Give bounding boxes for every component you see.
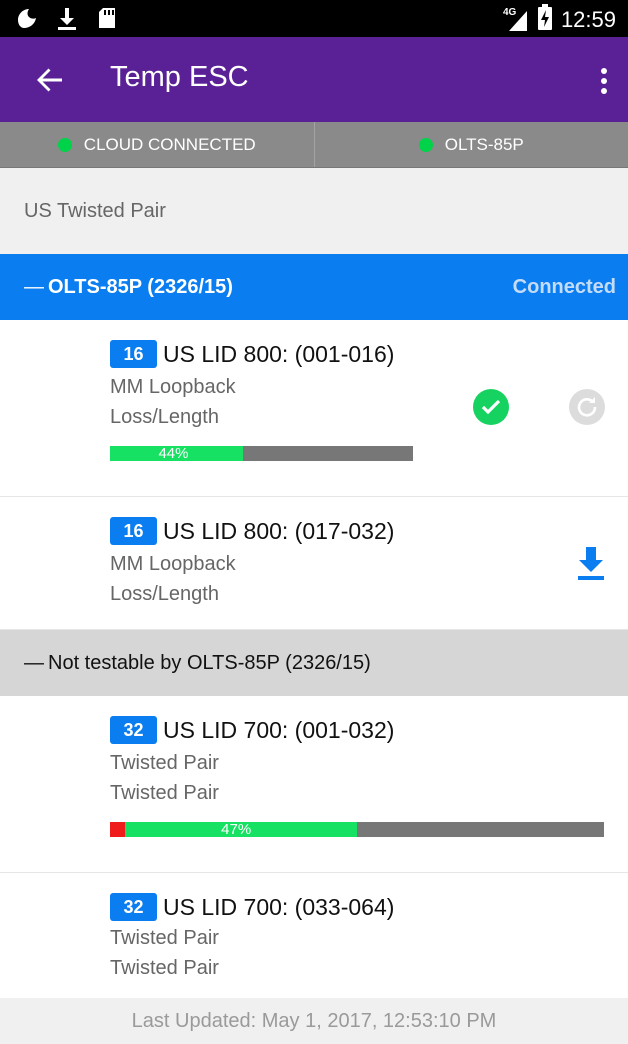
back-arrow-icon bbox=[37, 68, 62, 92]
device-status[interactable]: OLTS-85P bbox=[313, 122, 628, 167]
progress-error-fill bbox=[110, 822, 125, 837]
progress-label: 44% bbox=[158, 446, 189, 461]
group-name: OLTS-85P (2326/15) bbox=[48, 275, 233, 298]
count-badge: 16 bbox=[110, 517, 157, 545]
refresh-icon[interactable] bbox=[569, 389, 605, 425]
list-item[interactable]: 32 US LID 700: (001-032) Twisted Pair Tw… bbox=[0, 696, 628, 873]
untestable-group-header[interactable]: — Not testable by OLTS-85P (2326/15) bbox=[0, 630, 628, 696]
app-bar: Temp ESC bbox=[0, 37, 628, 122]
progress-bar: 47% bbox=[110, 822, 604, 837]
download-icon bbox=[54, 5, 80, 31]
download-icon[interactable] bbox=[574, 543, 608, 583]
sd-card-icon bbox=[94, 5, 120, 31]
device-status-label: OLTS-85P bbox=[444, 134, 524, 154]
cloud-status-label: CLOUD CONNECTED bbox=[83, 134, 256, 154]
signal-icon: 4G bbox=[503, 7, 529, 33]
progress-label: 47% bbox=[221, 822, 252, 837]
count-badge: 16 bbox=[110, 340, 157, 368]
item-detail: Loss/Length bbox=[110, 406, 219, 428]
collapse-icon: — bbox=[24, 275, 44, 298]
progress-bar: 44% bbox=[110, 446, 413, 461]
status-dot-icon bbox=[418, 137, 433, 152]
section-title: US Twisted Pair bbox=[0, 168, 628, 254]
item-subtitle: Twisted Pair bbox=[110, 927, 219, 949]
status-bar: 4G 12:59 bbox=[0, 0, 628, 37]
item-detail: Loss/Length bbox=[110, 583, 219, 605]
list-item[interactable]: 16 US LID 800: (017-032) MM Loopback Los… bbox=[0, 497, 628, 630]
more-vert-icon bbox=[601, 68, 607, 74]
overflow-menu-button[interactable] bbox=[592, 61, 616, 101]
collapse-icon: — bbox=[24, 651, 44, 674]
item-subtitle: MM Loopback bbox=[110, 553, 236, 575]
list-item[interactable]: 16 US LID 800: (001-016) MM Loopback Los… bbox=[0, 320, 628, 497]
group-status: Connected bbox=[512, 275, 616, 298]
item-subtitle: MM Loopback bbox=[110, 376, 236, 398]
check-icon bbox=[473, 389, 509, 425]
item-title: US LID 800: (017-032) bbox=[163, 517, 395, 544]
back-button[interactable] bbox=[32, 62, 68, 98]
item-detail: Twisted Pair bbox=[110, 782, 219, 804]
item-detail: Twisted Pair bbox=[110, 957, 219, 979]
item-title: US LID 700: (033-064) bbox=[163, 893, 395, 920]
cloud-status[interactable]: CLOUD CONNECTED bbox=[0, 122, 314, 167]
list-item[interactable]: 32 US LID 700: (033-064) Twisted Pair Tw… bbox=[0, 873, 628, 1003]
count-badge: 32 bbox=[110, 716, 157, 744]
clock: 12:59 bbox=[560, 6, 616, 32]
last-updated: Last Updated: May 1, 2017, 12:53:10 PM bbox=[0, 998, 628, 1044]
connection-status-bar: CLOUD CONNECTED OLTS-85P bbox=[0, 122, 628, 168]
notification-icon bbox=[14, 5, 40, 31]
group-header[interactable]: — OLTS-85P (2326/15) Connected bbox=[0, 254, 628, 320]
status-dot-icon bbox=[57, 137, 72, 152]
count-badge: 32 bbox=[110, 893, 157, 921]
item-title: US LID 700: (001-032) bbox=[163, 716, 395, 743]
item-title: US LID 800: (001-016) bbox=[163, 340, 395, 367]
item-subtitle: Twisted Pair bbox=[110, 752, 219, 774]
untestable-group-label: Not testable by OLTS-85P (2326/15) bbox=[48, 651, 371, 674]
page-title: Temp ESC bbox=[110, 61, 249, 93]
battery-charging-icon bbox=[537, 4, 553, 35]
